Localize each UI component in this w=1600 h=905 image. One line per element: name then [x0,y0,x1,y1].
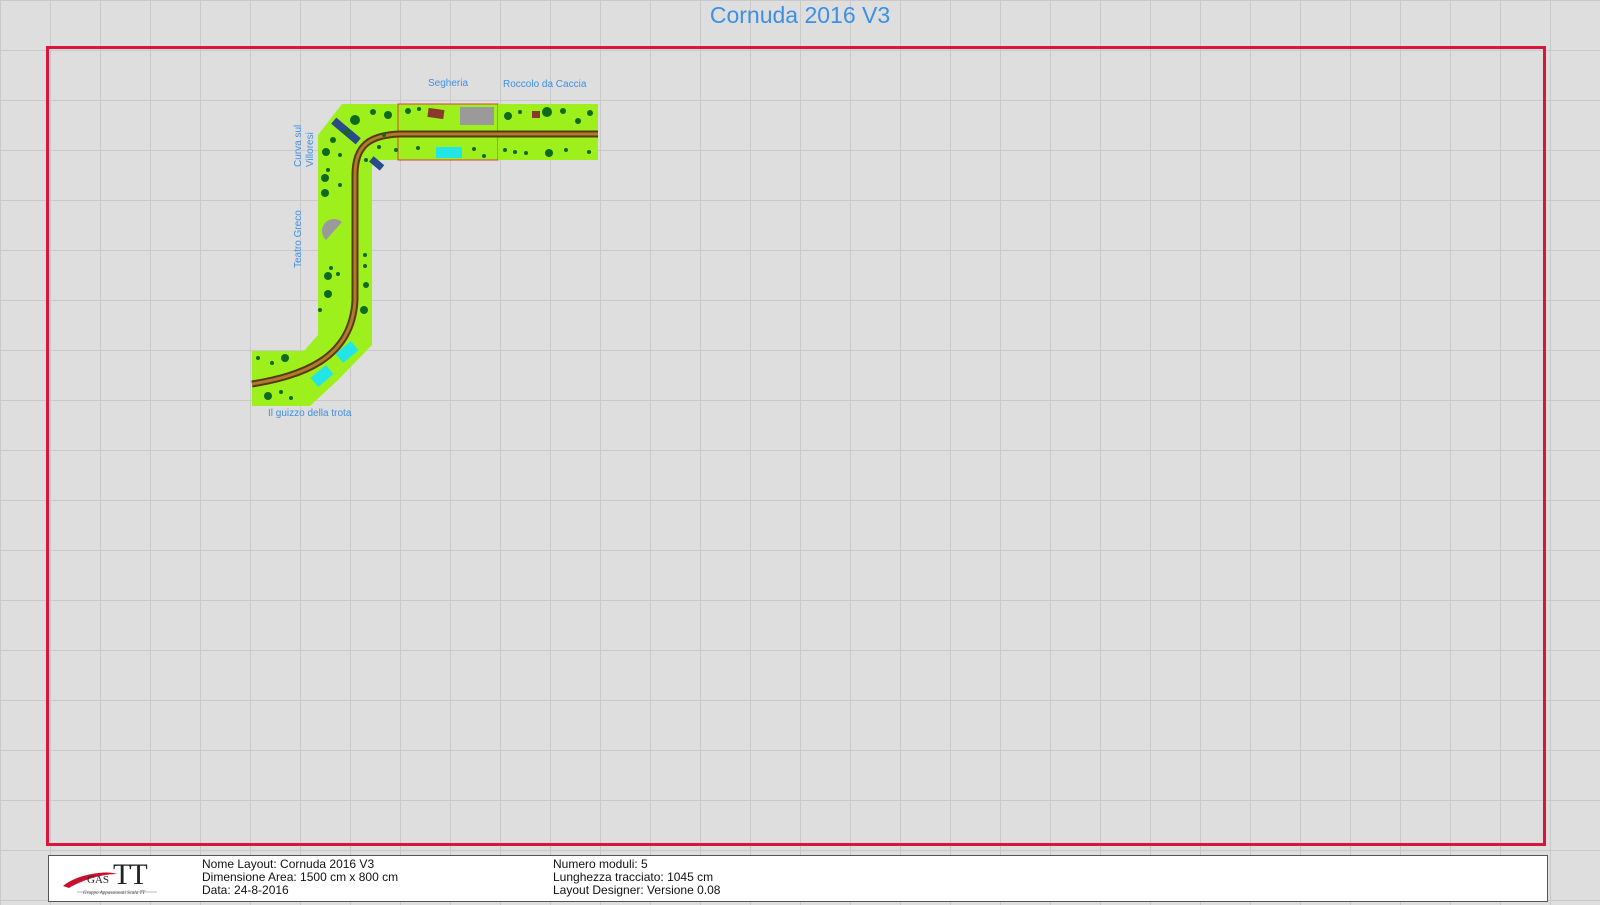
module-label-curva-2: Villoresi [305,132,316,167]
module-label-roccolo: Roccolo da Caccia [503,79,587,90]
track-layout[interactable] [0,0,1600,905]
info-lunghezza: Lunghezza tracciato: 1045 cm [553,870,714,884]
segheria-yard [460,107,494,125]
info-box: GAS TT Gruppo Appassionati Scala TT Nome… [48,855,1548,902]
module-label-teatro: Teatro Greco [293,210,304,268]
module-label-curva-1: Curva sul [293,124,304,167]
pond-segheria [436,147,462,158]
roccolo-hut [532,111,540,118]
info-numero-moduli: Numero moduli: 5 [553,857,648,871]
gastt-logo: GAS TT Gruppo Appassionati Scala TT [57,858,167,900]
info-designer: Layout Designer: Versione 0.08 [553,883,721,897]
info-dimensione: Dimensione Area: 1500 cm x 800 cm [202,870,399,884]
info-nome-layout: Nome Layout: Cornuda 2016 V3 [202,857,375,871]
module-label-guizzo: Il guizzo della trota [268,408,352,419]
module-label-segheria: Segheria [428,78,469,89]
info-data: Data: 24-8-2016 [202,883,289,897]
